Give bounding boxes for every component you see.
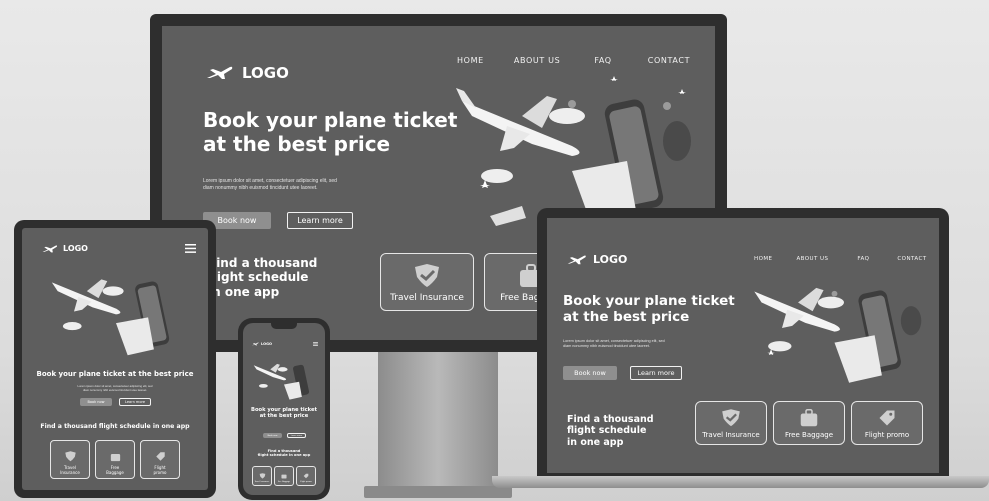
nav-about[interactable]: ABOUT US [514, 56, 560, 65]
plane-logo-icon [42, 244, 57, 252]
learn-more-button[interactable]: Learn more [287, 212, 353, 229]
features-heading: Find a thousand flight schedule in one a… [208, 256, 318, 299]
suitcase-icon [110, 453, 120, 462]
monitor-stand-base [364, 486, 512, 498]
phone: LOGO Book your plane ticket at the best … [238, 318, 330, 500]
logo[interactable]: LOGO [567, 253, 627, 266]
tag-icon [303, 473, 309, 479]
book-now-button[interactable]: Book now [563, 366, 617, 380]
feature-card-free-baggage[interactable]: Free Baggage [274, 466, 294, 486]
learn-more-button[interactable]: Learn more [287, 433, 306, 438]
features-heading: Find a thousand flight schedule in one a… [257, 449, 311, 458]
nav-contact[interactable]: CONTACT [897, 256, 926, 262]
laptop-screen: LOGO HOME ABOUT US FAQ CONTACT Book your… [547, 218, 939, 473]
logo[interactable]: LOGO [252, 342, 272, 346]
laptop-base [492, 476, 989, 488]
hero-title: Book your plane ticket at the best price [36, 370, 194, 378]
nav-contact[interactable]: CONTACT [648, 56, 690, 65]
hero-title: Book your plane ticket at the best price [563, 293, 735, 326]
logo[interactable]: LOGO [42, 244, 88, 253]
plane-logo-icon [252, 342, 259, 346]
hamburger-menu-icon[interactable] [185, 244, 196, 253]
shield-check-icon [415, 264, 439, 287]
hero-title: Book your plane ticket at the best price [203, 108, 458, 157]
plane-logo-icon [567, 255, 586, 264]
phone-notch [271, 323, 297, 329]
top-nav: HOME ABOUT US FAQ CONTACT [457, 56, 690, 65]
logo-text: LOGO [242, 64, 289, 82]
nav-home[interactable]: HOME [457, 56, 484, 65]
book-now-button[interactable]: Book now [263, 433, 282, 438]
tablet-screen: LOGO Book your plane ticket at the best … [22, 228, 208, 490]
plane-logo-icon [207, 66, 233, 79]
logo-text: LOGO [63, 244, 88, 253]
hero-illustration [456, 76, 691, 226]
shield-check-icon [64, 451, 76, 462]
feature-card-travel-insurance[interactable]: Travel Insurance [252, 466, 272, 486]
suitcase-icon [281, 474, 287, 479]
book-now-button[interactable]: Book now [80, 398, 112, 406]
shield-check-icon [259, 473, 265, 479]
logo-text: LOGO [593, 253, 628, 266]
monitor-stand-neck [378, 352, 498, 487]
laptop: LOGO HOME ABOUT US FAQ CONTACT Book your… [537, 208, 949, 476]
suitcase-icon [800, 409, 818, 427]
shield-check-icon [722, 409, 740, 427]
hero-illustration [253, 363, 310, 400]
nav-faq[interactable]: FAQ [857, 256, 869, 262]
feature-card-flight-promo[interactable]: Flight promo [851, 401, 923, 445]
feature-card-travel-insurance[interactable]: Travel Insurance [695, 401, 767, 445]
nav-about[interactable]: ABOUT US [796, 256, 828, 262]
hero-illustration [754, 287, 922, 383]
learn-more-button[interactable]: Learn more [630, 366, 682, 380]
hero-title: Book your plane ticket at the best price [251, 407, 317, 420]
feature-card-free-baggage[interactable]: Free Baggage [95, 440, 135, 479]
feature-card-free-baggage[interactable]: Free Baggage [773, 401, 845, 445]
nav-home[interactable]: HOME [754, 256, 772, 262]
features-heading: Find a thousand flight schedule in one a… [40, 423, 190, 430]
feature-card-travel-insurance[interactable]: Travel Insurance [380, 253, 474, 311]
phone-screen: LOGO Book your plane ticket at the best … [243, 323, 325, 495]
tag-icon [155, 452, 165, 461]
hero-body: Lorem ipsum dolor sit amet, consectetuer… [77, 384, 153, 392]
hero-illustration [51, 279, 170, 356]
logo[interactable]: LOGO [206, 64, 289, 82]
nav-faq[interactable]: FAQ [594, 56, 611, 65]
feature-card-flight-promo[interactable]: Flight promo [140, 440, 180, 479]
hamburger-menu-icon[interactable] [313, 342, 318, 346]
top-nav: HOME ABOUT US FAQ CONTACT [754, 256, 927, 262]
tablet: LOGO Book your plane ticket at the best … [14, 220, 216, 498]
tag-icon [879, 410, 895, 426]
hero-body: Lorem ipsum dolor sit amet, consectetuer… [203, 178, 337, 191]
feature-card-travel-insurance[interactable]: Travel Insurance [50, 440, 90, 479]
learn-more-button[interactable]: Learn more [119, 398, 151, 406]
hero-body: Lorem ipsum dolor sit amet, consectetuer… [563, 339, 665, 348]
logo-text: LOGO [261, 342, 272, 346]
feature-card-flight-promo[interactable]: Flight promo [296, 466, 316, 486]
features-heading: Find a thousand flight schedule in one a… [567, 414, 654, 448]
